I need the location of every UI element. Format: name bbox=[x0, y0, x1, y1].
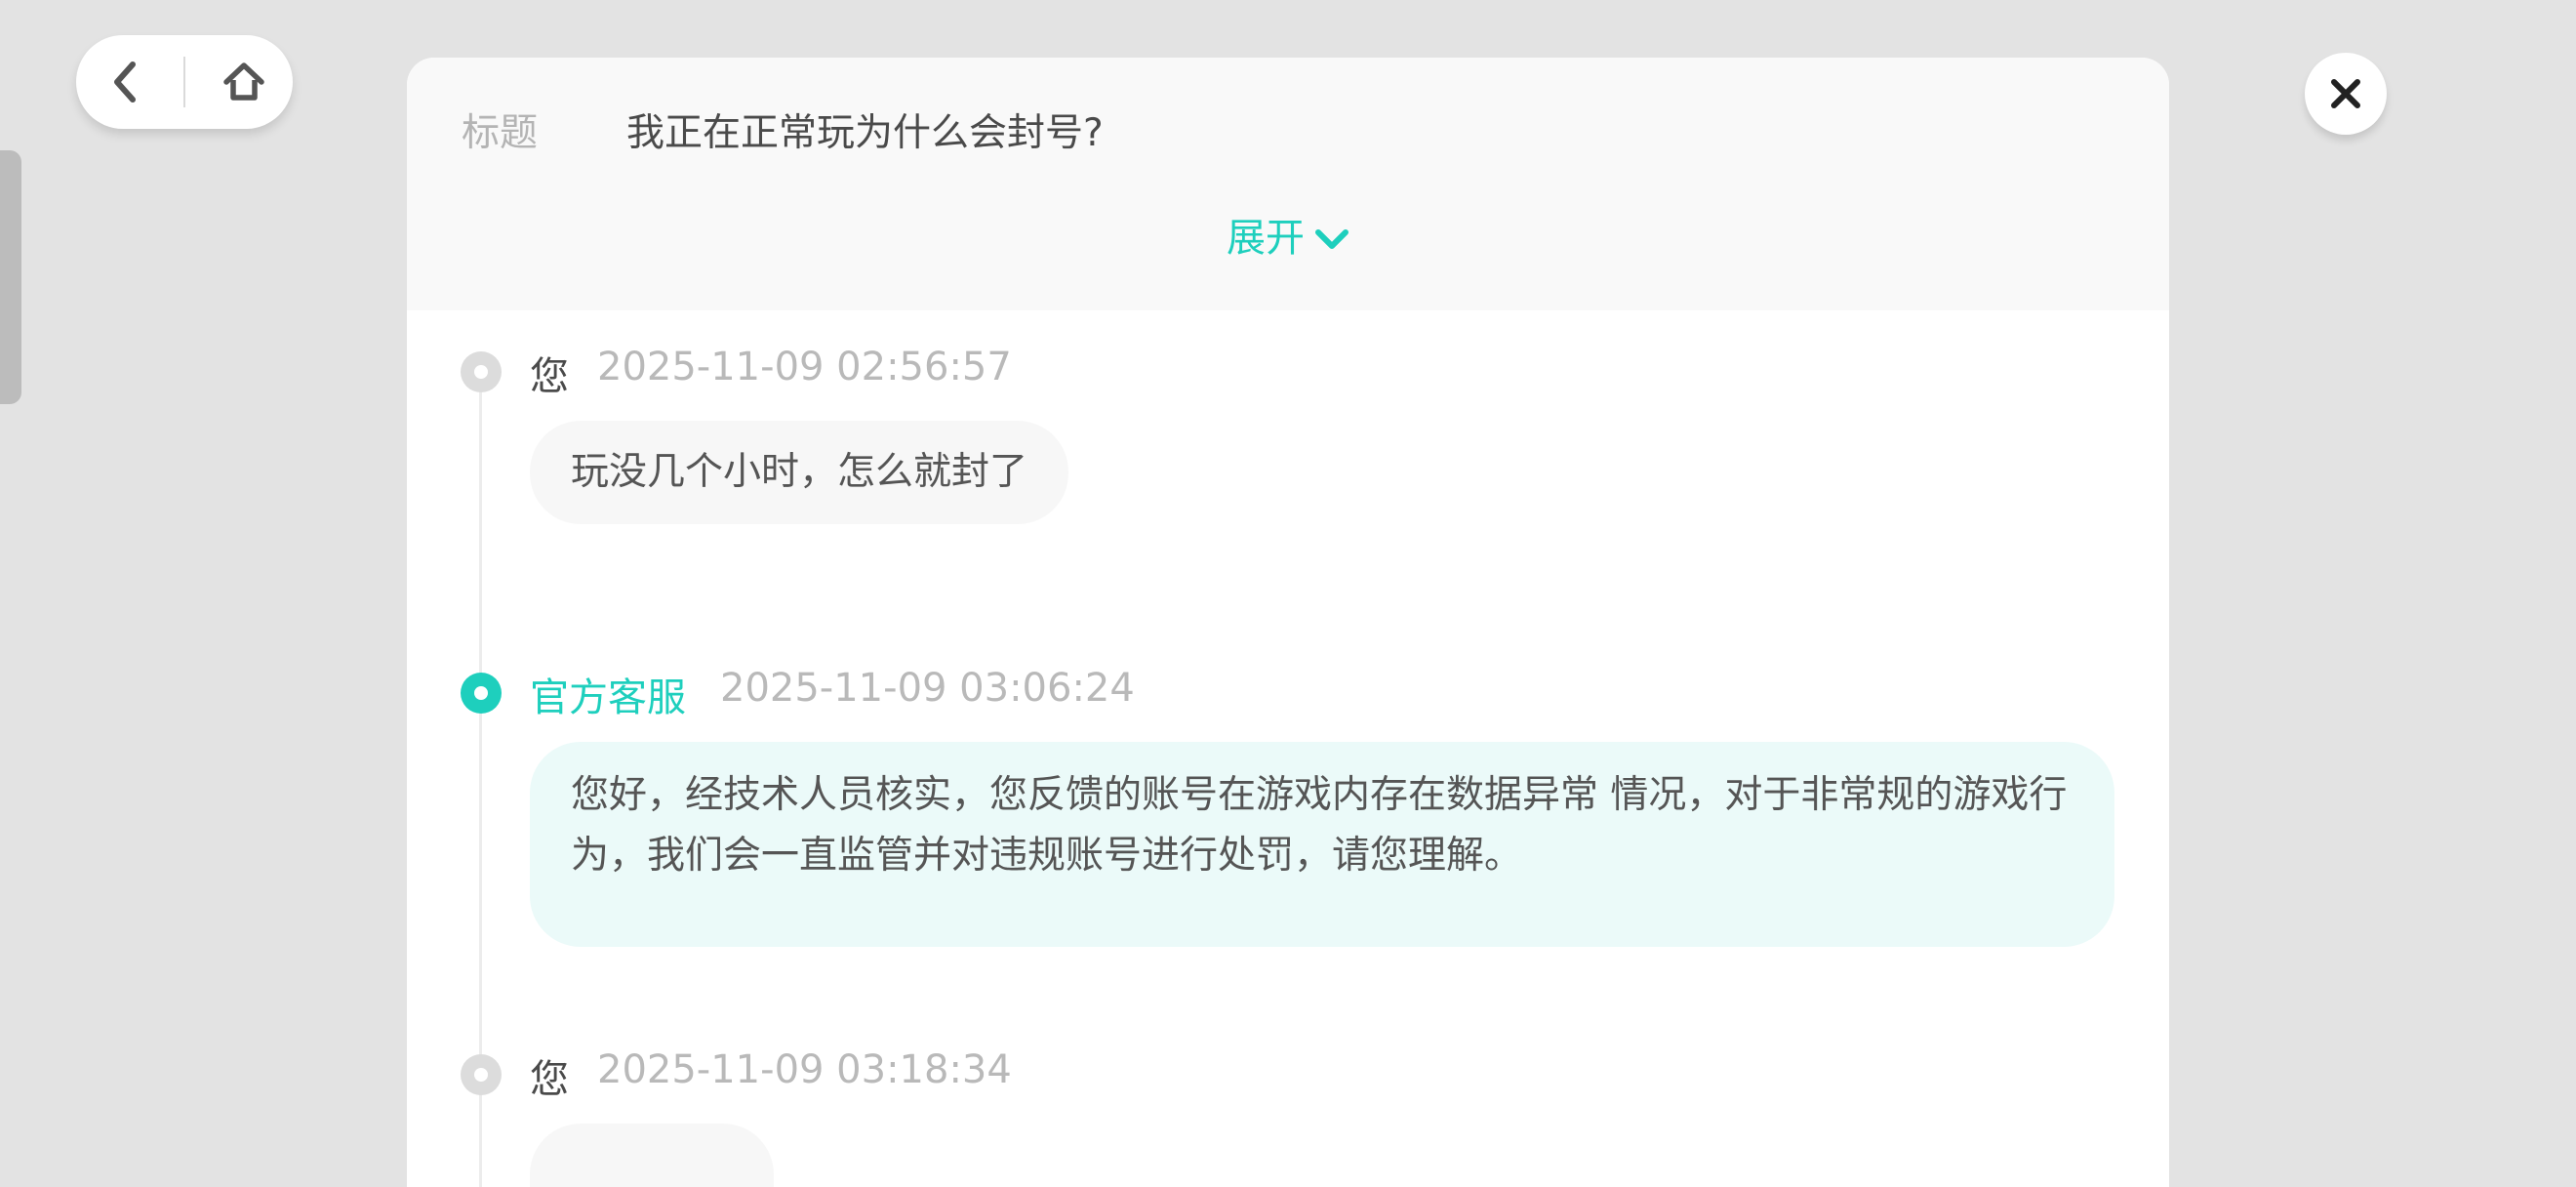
nav-pill bbox=[76, 35, 293, 129]
timeline-dot bbox=[461, 351, 502, 392]
message-bubble bbox=[530, 1124, 774, 1187]
home-button[interactable] bbox=[205, 43, 283, 121]
back-button[interactable] bbox=[86, 43, 164, 121]
close-button[interactable] bbox=[2305, 53, 2387, 135]
ticket-panel: 标题 我正在正常玩为什么会封号? 展开 bbox=[407, 58, 2169, 1187]
home-icon bbox=[223, 62, 264, 101]
timeline-dot-active bbox=[461, 673, 502, 714]
title-label: 标题 bbox=[462, 111, 539, 155]
ticket-header: 标题 我正在正常玩为什么会封号? 展开 bbox=[407, 58, 2169, 310]
chevron-down-icon bbox=[1315, 229, 1348, 249]
nav-divider bbox=[183, 57, 185, 107]
message-bubble: 玩没几个小时，怎么就封了 bbox=[530, 421, 1069, 524]
message-time: 2025-11-09 03:18:34 bbox=[597, 1047, 1012, 1092]
message-author: 您 bbox=[530, 1057, 569, 1102]
ticket-title: 我正在正常玩为什么会封号? bbox=[626, 111, 1104, 155]
side-drawer-handle[interactable] bbox=[0, 150, 21, 404]
close-icon bbox=[2331, 79, 2360, 108]
message-author: 官方客服 bbox=[530, 675, 686, 720]
timeline-dot bbox=[461, 1054, 502, 1095]
expand-button[interactable]: 展开 bbox=[407, 206, 2169, 263]
message-bubble: 您好，经技术人员核实，您反馈的账号在游戏内存在数据异常 情况，对于非常规的游戏行… bbox=[530, 742, 2114, 947]
message-time: 2025-11-09 02:56:57 bbox=[597, 345, 1012, 389]
expand-label: 展开 bbox=[1227, 216, 1305, 261]
message-author: 您 bbox=[530, 354, 569, 399]
chevron-left-icon bbox=[114, 61, 136, 102]
message-time: 2025-11-09 03:06:24 bbox=[720, 666, 1135, 711]
